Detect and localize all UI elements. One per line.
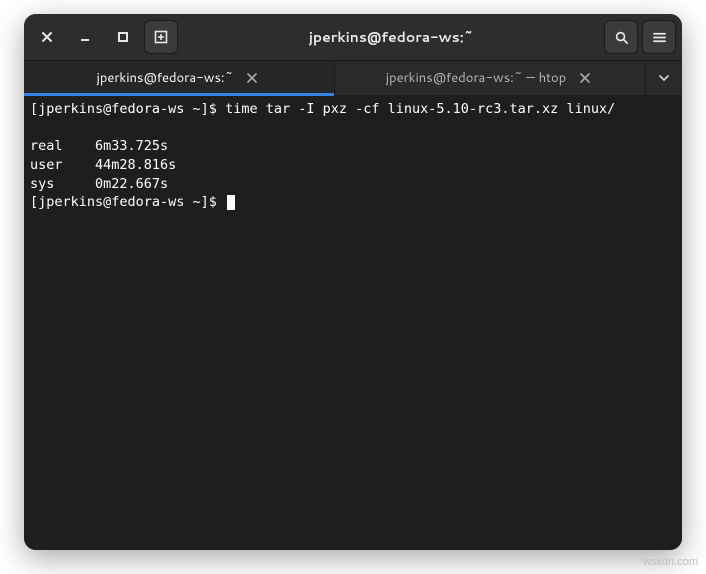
tab-2[interactable]: jperkins@fedora-ws:~ — htop <box>335 61 646 95</box>
time-value: 6m33.725s <box>95 138 168 154</box>
search-icon <box>614 30 629 45</box>
prompt: [jperkins@fedora-ws ~]$ <box>30 101 225 117</box>
text-cursor <box>227 195 235 210</box>
time-label: user <box>30 157 63 173</box>
new-tab-button[interactable] <box>144 20 178 54</box>
hamburger-icon <box>652 30 667 45</box>
tab-label: jperkins@fedora-ws:~ <box>97 69 234 87</box>
search-button[interactable] <box>604 20 638 54</box>
time-value: 0m22.667s <box>95 176 168 192</box>
tab-1[interactable]: jperkins@fedora-ws:~ <box>24 61 335 95</box>
menu-button[interactable] <box>642 20 676 54</box>
titlebar: jperkins@fedora-ws:~ <box>24 14 682 60</box>
close-button[interactable] <box>30 20 64 54</box>
maximize-button[interactable] <box>106 20 140 54</box>
window-title: jperkins@fedora-ws:~ <box>182 27 600 47</box>
terminal-window: jperkins@fedora-ws:~ jperkins@fedora-ws:… <box>24 14 682 550</box>
time-label: sys <box>30 176 54 192</box>
close-icon <box>247 73 257 83</box>
time-label: real <box>30 138 63 154</box>
close-icon <box>580 73 590 83</box>
new-tab-icon <box>153 29 169 45</box>
command-text: time tar -I pxz -cf linux-5.10-rc3.tar.x… <box>225 101 615 117</box>
titlebar-right <box>604 20 676 54</box>
tab-close-button[interactable] <box>576 69 594 87</box>
time-value: 44m28.816s <box>95 157 176 173</box>
tabs-dropdown-button[interactable] <box>646 61 682 95</box>
terminal-viewport[interactable]: [jperkins@fedora-ws ~]$ time tar -I pxz … <box>24 96 682 550</box>
watermark: wsxdn.com <box>643 556 698 568</box>
tabbar: jperkins@fedora-ws:~ jperkins@fedora-ws:… <box>24 60 682 96</box>
maximize-icon <box>117 31 129 43</box>
titlebar-left <box>30 20 178 54</box>
tab-close-button[interactable] <box>243 69 261 87</box>
minimize-icon <box>79 31 91 43</box>
close-icon <box>41 31 53 43</box>
minimize-button[interactable] <box>68 20 102 54</box>
prompt: [jperkins@fedora-ws ~]$ <box>30 194 225 210</box>
tab-label: jperkins@fedora-ws:~ — htop <box>386 69 566 87</box>
chevron-down-icon <box>658 72 670 84</box>
